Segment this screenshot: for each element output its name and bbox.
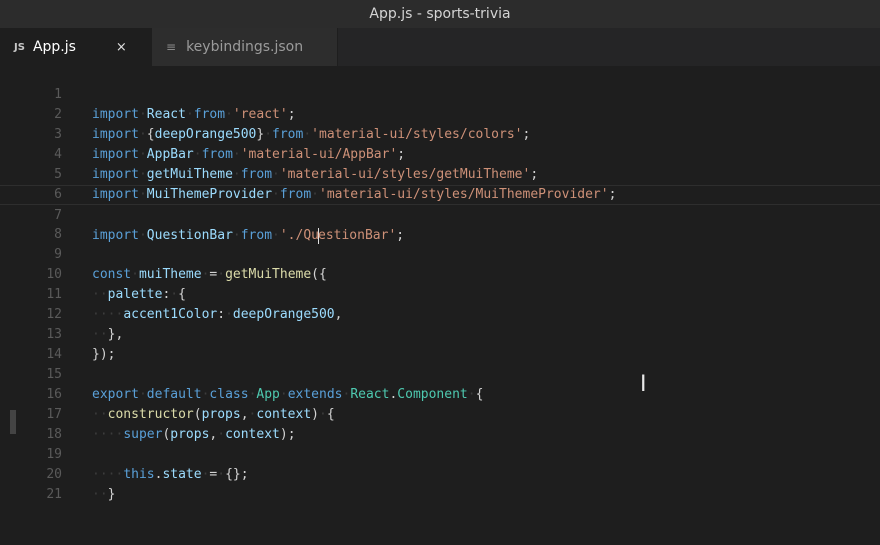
code-line: 21 bbox=[0, 465, 880, 502]
ibeam-cursor-icon: I bbox=[640, 372, 647, 397]
tab-bar: JS App.js × ≡ keybindings.json bbox=[0, 28, 880, 66]
code-line: 6 bbox=[0, 165, 880, 202]
line-number: 21 bbox=[46, 487, 62, 502]
code-line: 10 ··palette:·{ bbox=[0, 245, 880, 302]
code-line: 18 bbox=[0, 405, 880, 442]
code-line: 9 const·muiTheme·=·getMuiTheme({ bbox=[0, 225, 880, 282]
code-line: 11 ····accent1Color:·deepOrange500, bbox=[0, 265, 880, 322]
code-line: 13 }); bbox=[0, 305, 880, 362]
code-line: 12 ··}, bbox=[0, 285, 880, 342]
file-lines-icon: ≡ bbox=[166, 40, 177, 54]
tab-keybindings-json[interactable]: ≡ keybindings.json bbox=[152, 28, 338, 66]
code-line: 2 import·{deepOrange500}·from·'material-… bbox=[0, 85, 880, 142]
code-line: 19 ····this.state·=·{}; bbox=[0, 425, 880, 482]
tab-label: keybindings.json bbox=[186, 39, 304, 55]
code-line: 1 import·React·from·'react'; bbox=[0, 65, 880, 122]
code-line-current: 7 import·QuestionBar·from·'./QuestionBar… bbox=[0, 185, 880, 244]
tab-label: App.js bbox=[32, 39, 76, 55]
close-icon[interactable]: × bbox=[116, 40, 127, 55]
code-line: 8 bbox=[0, 205, 880, 242]
code-line: 20 ··} bbox=[0, 445, 880, 502]
title-bar: App.js - sports-trivia bbox=[0, 0, 880, 28]
code-line: 5 import·MuiThemeProvider·from·'material… bbox=[0, 145, 880, 202]
code-line: 3 import·AppBar·from·'material-ui/AppBar… bbox=[0, 105, 880, 162]
window-title: App.js - sports-trivia bbox=[369, 6, 511, 22]
code-line: 15 export·default·class·App·extends·Reac… bbox=[0, 345, 880, 402]
tab-app-js[interactable]: JS App.js × bbox=[0, 28, 152, 66]
code-text: ··} bbox=[92, 487, 116, 502]
code-line: 16 ··constructor(props,·context)·{ bbox=[0, 365, 880, 422]
code-line: 14 bbox=[0, 325, 880, 362]
code-editor[interactable]: 1 import·React·from·'react'; 2 import·{d… bbox=[0, 65, 880, 502]
javascript-file-icon: JS bbox=[14, 41, 25, 53]
code-line: 4 import·getMuiTheme·from·'material-ui/s… bbox=[0, 125, 880, 182]
code-line: 17 ····super(props,·context); bbox=[0, 385, 880, 442]
